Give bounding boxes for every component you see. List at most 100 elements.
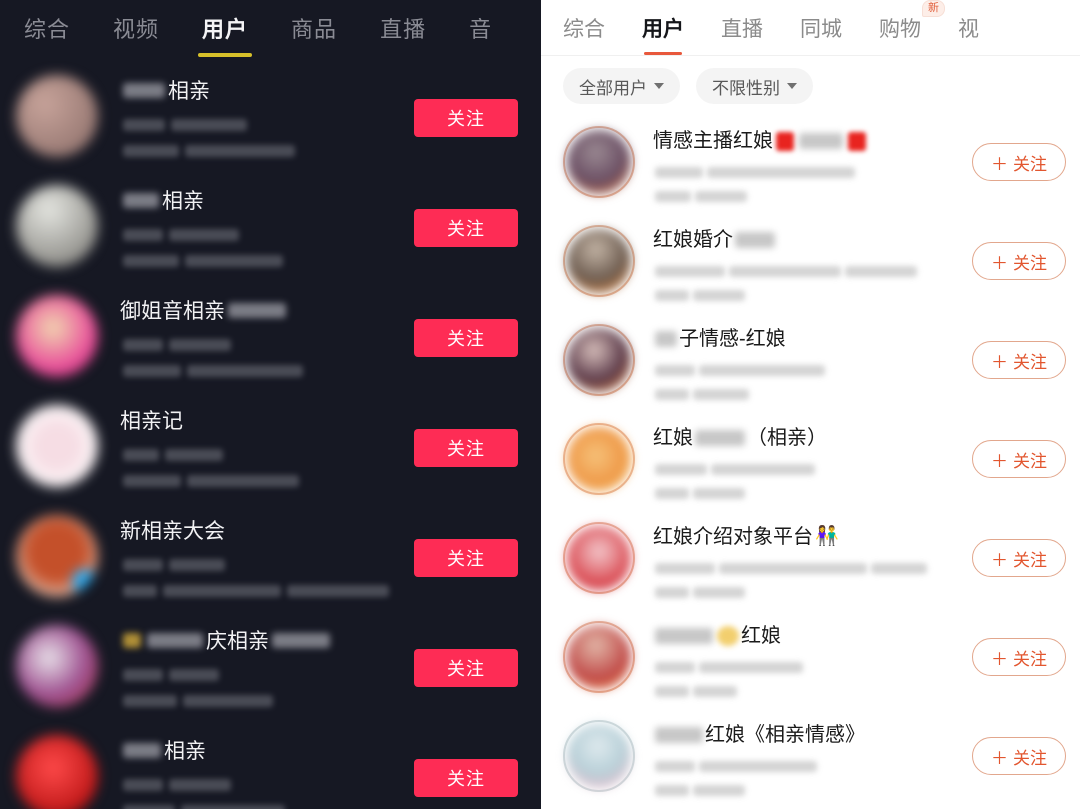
blurred-meta bbox=[693, 587, 745, 598]
light-tab-0[interactable]: 综合 bbox=[563, 13, 605, 43]
avatar[interactable] bbox=[16, 185, 98, 267]
dark-user-list: 相亲 关注 相亲 关注 御姐音相亲 关注 相亲记 关注 新相亲大会 关注 庆相亲… bbox=[0, 55, 541, 809]
list-item[interactable]: 子情感-红娘 ＋关注 bbox=[541, 312, 1080, 411]
light-tab-1-active[interactable]: 用户 bbox=[642, 13, 684, 55]
blurred-meta bbox=[169, 338, 231, 351]
follow-button[interactable]: ＋关注 bbox=[972, 242, 1066, 280]
chip-label: 全部用户 bbox=[579, 78, 647, 98]
tab-underline bbox=[198, 52, 253, 57]
blurred-meta bbox=[655, 785, 689, 796]
avatar[interactable] bbox=[16, 75, 98, 157]
light-tab-label: 直播 bbox=[721, 17, 763, 41]
user-name-text: 相亲记 bbox=[120, 410, 183, 433]
couple-emoji-icon: 👫 bbox=[815, 526, 839, 547]
blurred-meta bbox=[123, 558, 163, 571]
avatar[interactable] bbox=[16, 515, 98, 597]
light-tab-2[interactable]: 直播 bbox=[721, 13, 763, 43]
blurred-meta bbox=[181, 804, 285, 809]
user-name-text: 红娘婚介 bbox=[653, 229, 733, 251]
dark-tab-1[interactable]: 视频 bbox=[103, 12, 169, 44]
list-item[interactable]: 御姐音相亲 关注 bbox=[0, 281, 541, 391]
avatar[interactable] bbox=[563, 225, 635, 297]
list-item[interactable]: 红娘婚介 ＋关注 bbox=[541, 213, 1080, 312]
avatar[interactable] bbox=[16, 405, 98, 487]
blurred-meta bbox=[171, 118, 247, 131]
follow-label: 关注 bbox=[1013, 352, 1047, 372]
avatar[interactable] bbox=[16, 735, 98, 809]
light-tab-label: 综合 bbox=[563, 17, 605, 41]
avatar[interactable] bbox=[563, 621, 635, 693]
dark-tab-5[interactable]: 音 bbox=[459, 12, 502, 44]
filter-chip-user-type[interactable]: 全部用户 bbox=[563, 68, 680, 104]
avatar[interactable] bbox=[563, 324, 635, 396]
user-meta-line-2 bbox=[653, 190, 1066, 203]
user-meta-line-2 bbox=[120, 474, 525, 487]
blurred-meta bbox=[729, 266, 841, 277]
follow-button[interactable]: ＋关注 bbox=[972, 341, 1066, 379]
blurred-meta bbox=[123, 338, 163, 351]
follow-button[interactable]: ＋关注 bbox=[972, 539, 1066, 577]
follow-button[interactable]: 关注 bbox=[414, 99, 518, 137]
light-tab-4[interactable]: 购物新 bbox=[879, 0, 945, 43]
user-name-text: 相亲 bbox=[168, 80, 210, 103]
blurred-meta bbox=[287, 584, 389, 597]
blurred-meta bbox=[163, 584, 281, 597]
avatar-image bbox=[567, 328, 631, 392]
blurred-name-part bbox=[228, 303, 286, 318]
avatar[interactable] bbox=[16, 295, 98, 377]
list-item[interactable]: 红娘 ＋关注 bbox=[541, 609, 1080, 708]
avatar[interactable] bbox=[563, 522, 635, 594]
avatar[interactable] bbox=[16, 625, 98, 707]
user-meta-line-2 bbox=[120, 584, 525, 597]
list-item[interactable]: 庆相亲 关注 bbox=[0, 611, 541, 721]
list-item[interactable]: 红娘 （相亲） ＋关注 bbox=[541, 411, 1080, 510]
avatar[interactable] bbox=[563, 126, 635, 198]
follow-button[interactable]: ＋关注 bbox=[972, 638, 1066, 676]
follow-button[interactable]: ＋关注 bbox=[972, 737, 1066, 775]
list-item[interactable]: 相亲记 关注 bbox=[0, 391, 541, 501]
follow-button[interactable]: 关注 bbox=[414, 209, 518, 247]
blurred-name-part bbox=[655, 628, 713, 644]
avatar[interactable] bbox=[563, 720, 635, 792]
blurred-meta bbox=[655, 761, 695, 772]
follow-button[interactable]: ＋关注 bbox=[972, 143, 1066, 181]
blurred-meta bbox=[655, 365, 695, 376]
dark-tab-2-active[interactable]: 用户 bbox=[192, 12, 258, 57]
follow-button[interactable]: 关注 bbox=[414, 759, 518, 797]
light-tab-3[interactable]: 同城 bbox=[800, 13, 842, 43]
dark-tab-0[interactable]: 综合 bbox=[14, 12, 80, 44]
dark-tab-label: 综合 bbox=[24, 16, 71, 42]
follow-button[interactable]: 关注 bbox=[414, 649, 518, 687]
follow-button[interactable]: 关注 bbox=[414, 429, 518, 467]
blurred-name-part bbox=[123, 743, 161, 758]
blurred-meta bbox=[123, 118, 165, 131]
avatar[interactable] bbox=[563, 423, 635, 495]
avatar-image bbox=[567, 229, 631, 293]
list-item[interactable]: 相亲 关注 bbox=[0, 61, 541, 171]
dark-tab-label: 直播 bbox=[380, 16, 427, 42]
blurred-meta bbox=[693, 290, 745, 301]
list-item[interactable]: 情感主播红娘 ＋关注 bbox=[541, 114, 1080, 213]
list-item[interactable]: 红娘介绍对象平台 👫 ＋关注 bbox=[541, 510, 1080, 609]
verified-badge-icon bbox=[72, 569, 96, 593]
list-item[interactable]: 新相亲大会 关注 bbox=[0, 501, 541, 611]
list-item[interactable]: 红娘《相亲情感》 ＋关注 bbox=[541, 708, 1080, 807]
plus-icon: ＋ bbox=[991, 649, 1008, 669]
blurred-meta bbox=[655, 686, 689, 697]
blurred-emoji bbox=[123, 633, 141, 648]
light-tab-5[interactable]: 视 bbox=[958, 13, 979, 43]
dark-tab-3[interactable]: 商品 bbox=[281, 12, 347, 44]
user-meta-line-2 bbox=[653, 388, 1066, 401]
follow-button[interactable]: 关注 bbox=[414, 319, 518, 357]
filter-chip-gender[interactable]: 不限性别 bbox=[696, 68, 813, 104]
plus-icon: ＋ bbox=[991, 253, 1008, 273]
list-item[interactable]: 相亲 关注 bbox=[0, 171, 541, 281]
user-meta-line-2 bbox=[120, 694, 525, 707]
follow-button[interactable]: ＋关注 bbox=[972, 440, 1066, 478]
dark-tab-4[interactable]: 直播 bbox=[370, 12, 436, 44]
follow-button[interactable]: 关注 bbox=[414, 539, 518, 577]
star-emoji-blurred-icon bbox=[717, 626, 739, 646]
blurred-name-part bbox=[123, 83, 165, 98]
blurred-meta bbox=[655, 389, 689, 400]
list-item[interactable]: 相亲 关注 bbox=[0, 721, 541, 809]
